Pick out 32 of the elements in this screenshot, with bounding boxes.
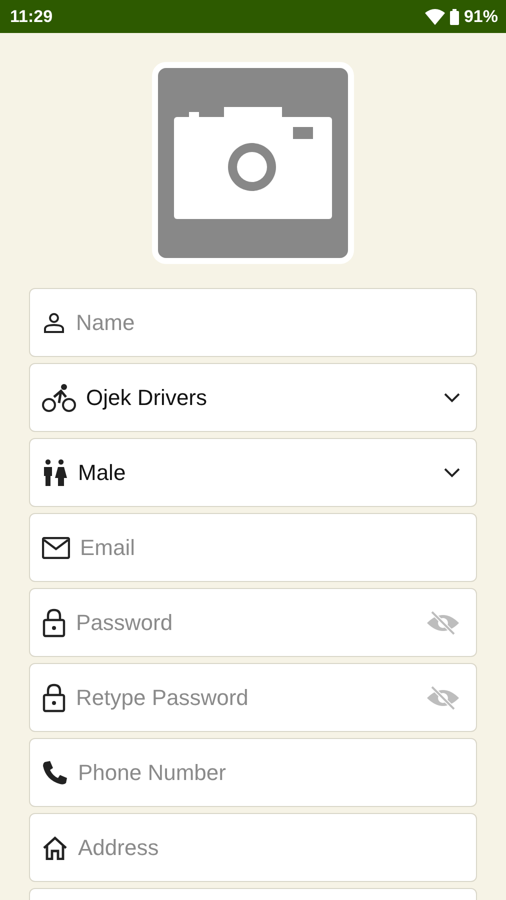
input-field[interactable]: Retype Password [29, 663, 477, 732]
eye-slash-icon[interactable] [426, 608, 460, 636]
padlock-icon [42, 608, 66, 638]
phone-icon [42, 760, 68, 786]
house-icon [42, 836, 68, 860]
cyclist-icon [42, 382, 76, 412]
person-icon [42, 310, 66, 334]
text-input[interactable]: Retype Password [76, 684, 416, 710]
envelope-icon [42, 536, 70, 558]
input-field[interactable]: Email [29, 513, 477, 582]
input-field[interactable]: Name [29, 288, 477, 357]
text-input[interactable]: Name [76, 310, 460, 336]
battery-icon [450, 8, 459, 24]
input-field[interactable]: Phone Number [29, 738, 477, 807]
couple-icon [42, 458, 68, 486]
text-input[interactable]: Address [78, 834, 460, 860]
battery-percent: 91% [464, 6, 498, 26]
input-field[interactable]: Password [29, 588, 477, 657]
text-input[interactable]: Phone Number [78, 760, 460, 786]
padlock-icon [42, 682, 66, 712]
text-input[interactable]: Password [76, 610, 416, 636]
chevron-down-icon [444, 392, 460, 402]
photo-picker-button[interactable] [152, 62, 354, 264]
chevron-down-icon [444, 468, 460, 478]
text-input[interactable]: Email [80, 534, 460, 560]
input-field[interactable]: Address [29, 813, 477, 882]
clock-time: 11:29 [10, 6, 53, 26]
dropdown-field[interactable]: Male [29, 438, 477, 507]
camera-icon [174, 107, 332, 219]
wifi-icon [424, 8, 445, 24]
dropdown-field[interactable]: Ojek Drivers [29, 363, 477, 432]
eye-slash-icon[interactable] [426, 684, 460, 712]
